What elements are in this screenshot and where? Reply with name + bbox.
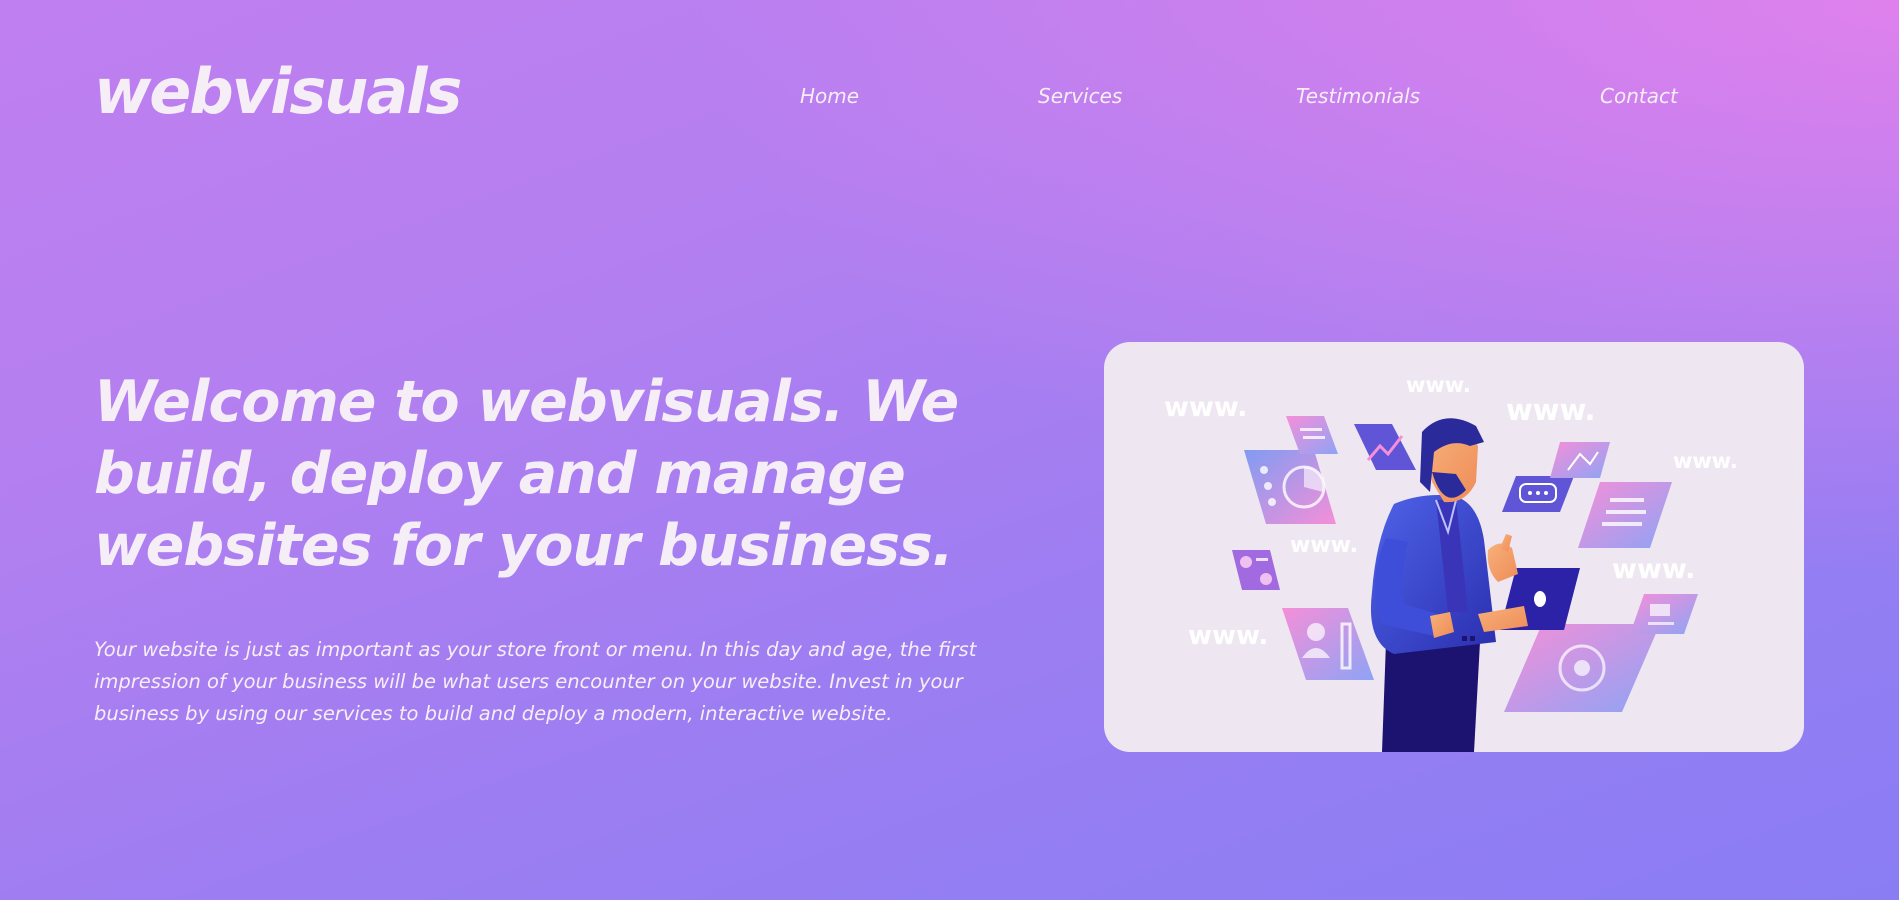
www-label: www. (1506, 393, 1596, 427)
www-label: www. (1188, 621, 1268, 651)
target-card-icon (1504, 624, 1660, 712)
text-card-icon (1630, 594, 1698, 634)
www-label: www. (1164, 392, 1247, 423)
image-card-icon (1550, 442, 1610, 478)
profile-card-icon (1232, 550, 1280, 590)
pie-chart-card-icon (1244, 450, 1336, 524)
nav-link-contact[interactable]: Contact (1600, 84, 1678, 108)
hero-title: Welcome to webvisuals. We build, deploy … (94, 369, 959, 579)
www-label: www. (1673, 449, 1738, 473)
chat-card-icon (1502, 476, 1574, 512)
nav-link-testimonials[interactable]: Testimonials (1296, 84, 1420, 108)
user-card-icon (1282, 608, 1374, 680)
hero-illustration-card: www. www. www. www. www. www. www. (1104, 342, 1804, 752)
hero-description: Your website is just as important as you… (94, 638, 977, 725)
www-label: www. (1612, 554, 1695, 585)
nav-link-home[interactable]: Home (800, 84, 859, 108)
www-label: www. (1290, 533, 1358, 558)
nav-link-services[interactable]: Services (1038, 84, 1122, 108)
www-label: www. (1406, 373, 1471, 397)
line-chart-card-icon (1354, 424, 1416, 470)
document-card-icon (1286, 416, 1338, 454)
main-nav: Home Services Testimonials Contact (0, 84, 1899, 114)
web-developer-illustration: www. www. www. www. www. www. www. (1164, 373, 1738, 752)
article-card-icon (1578, 482, 1672, 548)
